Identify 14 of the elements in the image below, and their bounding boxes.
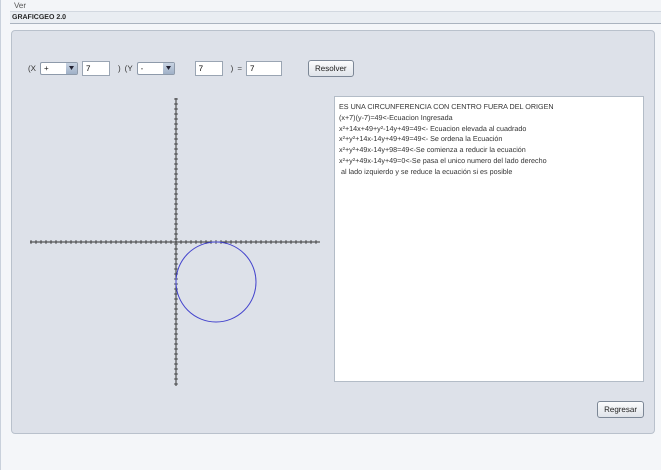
coefficient-field[interactable]: 7 [194,60,223,76]
result-text-area[interactable] [334,96,644,382]
resolver-button[interactable]: Resolver [308,60,354,76]
coefficient-field[interactable]: 7 [82,60,110,76]
radius-field[interactable]: 7 [246,60,282,76]
paren-label: (X [28,64,36,72]
paren-label: ) [230,64,234,72]
sign-dropdown[interactable]: - [136,62,175,74]
menu-item[interactable]: Ver [14,1,26,10]
regresar-button[interactable]: Regresar [597,401,644,418]
paren-label: (Y [124,64,133,72]
equals-label: = [237,64,242,72]
paren-label: ) [118,64,121,72]
sign-dropdown[interactable]: + [40,62,78,74]
